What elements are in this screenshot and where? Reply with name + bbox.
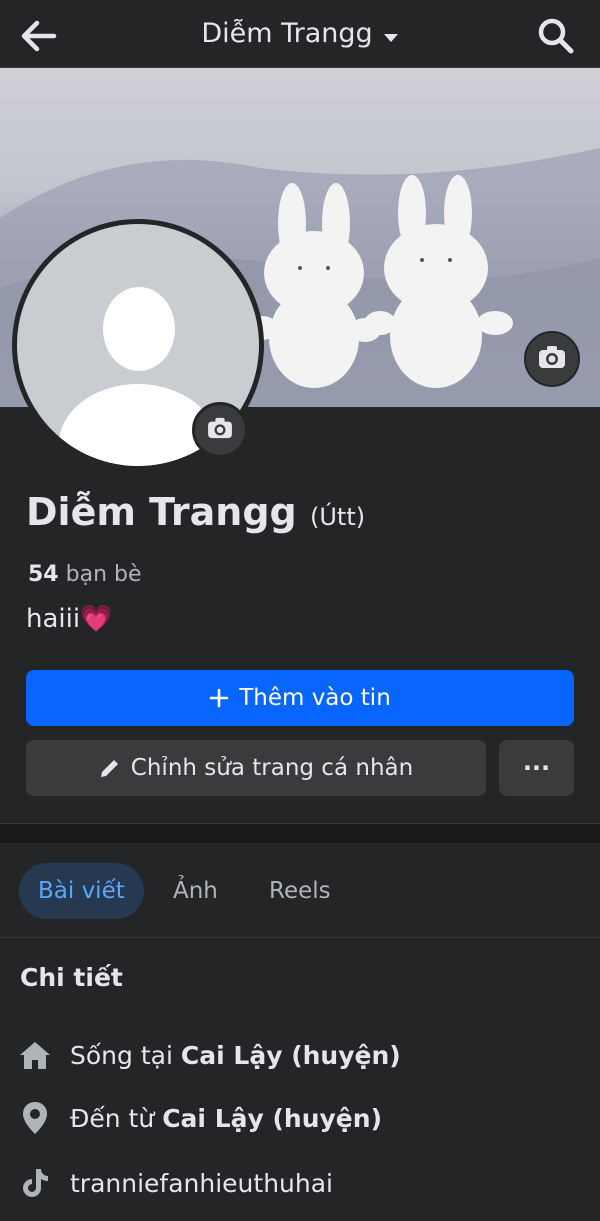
friends-count[interactable]: 54 bạn bè (28, 562, 142, 587)
top-bar: Diễm Trangg (0, 0, 600, 68)
profile-name: Diễm Trangg (Útt) (26, 490, 365, 534)
profile-tabs: Bài viết Ảnh Reels (0, 843, 600, 938)
more-options-button[interactable]: ··· (499, 740, 574, 796)
friends-count-number: 54 (28, 562, 59, 587)
friends-count-label: bạn bè (65, 562, 142, 587)
detail-lives-in: Sống tại Cai Lậy (huyện) (18, 1035, 401, 1075)
edit-profile-label: Chỉnh sửa trang cá nhân (130, 755, 414, 781)
profile-nickname: (Útt) (309, 503, 366, 531)
tab-photos[interactable]: Ảnh (154, 863, 237, 919)
tab-posts[interactable]: Bài viết (19, 863, 144, 919)
lives-in-place[interactable]: Cai Lậy (huyện) (181, 1041, 401, 1070)
details-heading: Chi tiết (20, 963, 123, 992)
header-title-dropdown[interactable]: Diễm Trangg (0, 18, 600, 50)
avatar-head-silhouette (103, 287, 175, 371)
profile-bio: haiii💗 (26, 604, 113, 634)
search-icon[interactable] (536, 16, 576, 56)
lives-in-prefix: Sống tại (70, 1040, 173, 1070)
home-icon (18, 1038, 52, 1072)
camera-icon (538, 345, 566, 373)
detail-from: Đến từ Cai Lậy (huyện) (18, 1098, 382, 1138)
from-place[interactable]: Cai Lậy (huyện) (162, 1104, 382, 1133)
tiktok-icon (18, 1166, 52, 1200)
tiktok-username: tranniefanhieuthuhai (70, 1168, 334, 1198)
plus-icon (209, 688, 229, 708)
camera-icon (207, 417, 233, 443)
more-options-label: ··· (522, 754, 551, 782)
avatar-camera-button[interactable] (192, 402, 248, 458)
tab-reels[interactable]: Reels (250, 863, 350, 919)
header-title: Diễm Trangg (201, 18, 373, 49)
from-prefix: Đến từ (70, 1103, 155, 1133)
add-to-story-label: Thêm vào tin (239, 685, 391, 711)
add-to-story-button[interactable]: Thêm vào tin (26, 670, 574, 726)
pencil-icon (99, 757, 121, 779)
profile-name-text: Diễm Trangg (26, 490, 297, 534)
section-divider (0, 823, 600, 843)
caret-down-icon (383, 19, 399, 50)
detail-tiktok[interactable]: tranniefanhieuthuhai (18, 1163, 333, 1203)
cover-camera-button[interactable] (524, 331, 580, 387)
edit-profile-button[interactable]: Chỉnh sửa trang cá nhân (26, 740, 486, 796)
location-pin-icon (18, 1101, 52, 1135)
